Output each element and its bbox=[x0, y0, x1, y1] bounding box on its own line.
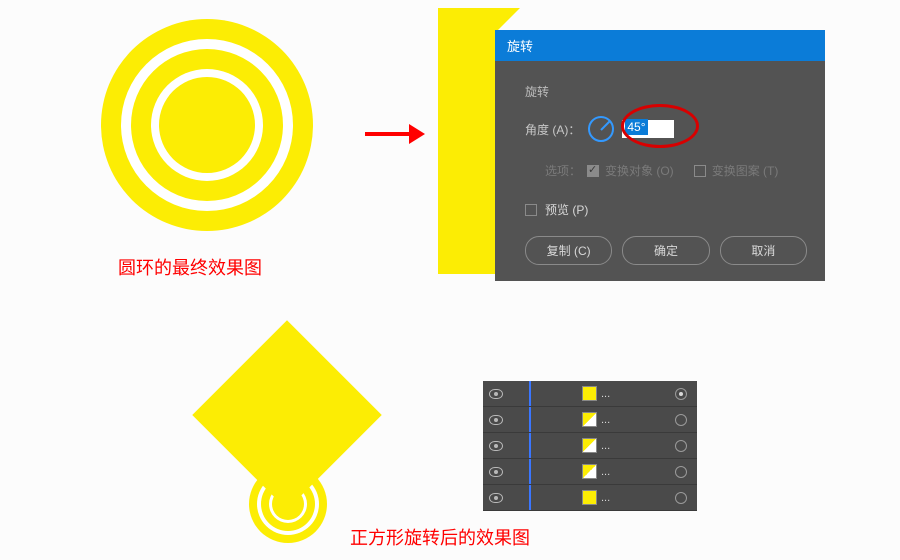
layer-label: ... bbox=[601, 466, 675, 478]
arrow-icon bbox=[365, 124, 425, 144]
angle-input[interactable]: 45° bbox=[622, 120, 674, 138]
target-icon[interactable] bbox=[675, 414, 687, 426]
layer-thumbnail bbox=[582, 438, 597, 453]
preview-checkbox[interactable] bbox=[525, 204, 537, 216]
layer-thumbnail bbox=[582, 464, 597, 479]
layers-panel: ... ... ... ... ... bbox=[483, 381, 697, 511]
yellow-backdrop bbox=[438, 8, 498, 274]
visibility-icon[interactable] bbox=[489, 467, 503, 477]
diamond-caption: 正方形旋转后的效果图 bbox=[350, 524, 530, 550]
transform-object-checkbox[interactable] bbox=[587, 165, 599, 177]
rings-caption: 圆环的最终效果图 bbox=[118, 254, 262, 280]
angle-label: 角度 (A)： bbox=[525, 121, 580, 138]
preview-label: 预览 (P) bbox=[545, 201, 588, 218]
visibility-icon[interactable] bbox=[489, 441, 503, 451]
cancel-button[interactable]: 取消 bbox=[720, 236, 807, 265]
ok-button[interactable]: 确定 bbox=[622, 236, 709, 265]
yellow-backdrop-corner bbox=[498, 8, 520, 30]
layer-thumbnail bbox=[582, 490, 597, 505]
layer-label: ... bbox=[601, 388, 675, 400]
diamond-figure bbox=[208, 320, 368, 520]
options-label: 选项： bbox=[545, 162, 581, 179]
layer-label: ... bbox=[601, 414, 675, 426]
target-icon[interactable] bbox=[675, 388, 687, 400]
transform-pattern-checkbox[interactable] bbox=[694, 165, 706, 177]
layer-row[interactable]: ... bbox=[483, 433, 697, 459]
transform-pattern-label: 变换图案 (T) bbox=[712, 162, 779, 179]
layer-row[interactable]: ... bbox=[483, 485, 697, 511]
visibility-icon[interactable] bbox=[489, 415, 503, 425]
dialog-title: 旋转 bbox=[495, 30, 825, 61]
target-icon[interactable] bbox=[675, 466, 687, 478]
layer-thumbnail bbox=[582, 412, 597, 427]
visibility-icon[interactable] bbox=[489, 493, 503, 503]
target-icon[interactable] bbox=[675, 492, 687, 504]
angle-dial[interactable] bbox=[588, 116, 614, 142]
transform-object-label: 变换对象 (O) bbox=[605, 162, 674, 179]
layer-label: ... bbox=[601, 440, 675, 452]
rotated-square bbox=[192, 320, 382, 510]
target-icon[interactable] bbox=[675, 440, 687, 452]
layer-row[interactable]: ... bbox=[483, 381, 697, 407]
layer-row[interactable]: ... bbox=[483, 459, 697, 485]
layer-label: ... bbox=[601, 492, 675, 504]
rotate-dialog: 旋转 旋转 角度 (A)： 45° 选项： 变换对象 (O) 变换图案 (T) … bbox=[495, 30, 825, 281]
rings-figure bbox=[100, 18, 314, 232]
layer-thumbnail bbox=[582, 386, 597, 401]
visibility-icon[interactable] bbox=[489, 389, 503, 399]
copy-button[interactable]: 复制 (C) bbox=[525, 236, 612, 265]
layer-row[interactable]: ... bbox=[483, 407, 697, 433]
rotate-group-label: 旋转 bbox=[525, 83, 807, 100]
